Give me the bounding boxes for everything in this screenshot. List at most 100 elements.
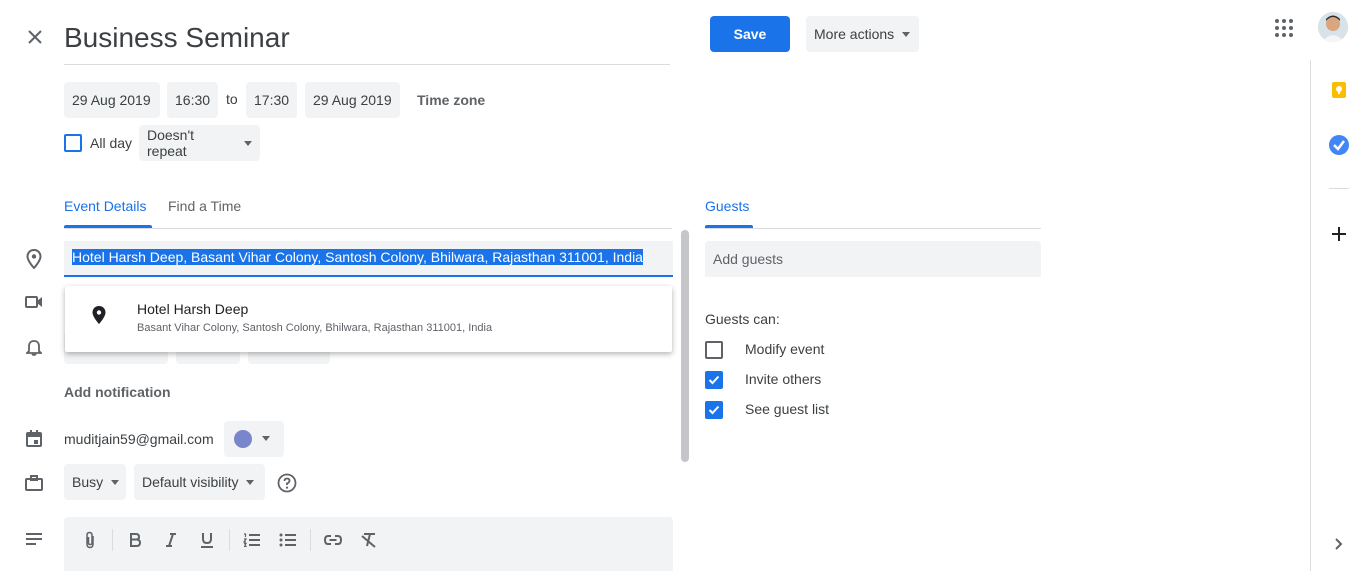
guests-tab-divider	[705, 228, 1041, 229]
briefcase-icon	[25, 475, 43, 491]
busy-dropdown[interactable]: Busy	[64, 464, 126, 500]
save-button[interactable]: Save	[710, 16, 790, 52]
save-label: Save	[733, 26, 767, 42]
suggestion-name: Hotel Harsh Deep	[137, 301, 249, 317]
visibility-label: Default visibility	[142, 474, 239, 490]
bulleted-list-icon	[279, 533, 296, 547]
start-time-button[interactable]: 16:30	[167, 82, 218, 118]
description-icon	[26, 533, 42, 545]
checkmark-icon	[708, 375, 720, 385]
paperclip-icon	[86, 531, 94, 549]
repeat-label: Doesn't repeat	[147, 127, 195, 159]
allday-label: All day	[90, 135, 133, 151]
visibility-dropdown[interactable]: Default visibility	[134, 464, 265, 500]
tasks-check-icon	[1329, 135, 1349, 155]
bold-icon	[130, 533, 142, 547]
tab-event-details-label: Event Details	[64, 198, 147, 214]
apps-grid-icon	[1275, 19, 1293, 37]
see-guest-list-label: See guest list	[745, 401, 830, 417]
underline-button[interactable]	[193, 526, 221, 554]
location-suggestion-dropdown: Hotel Harsh Deep Basant Vihar Colony, Sa…	[65, 286, 672, 352]
close-button[interactable]	[20, 22, 50, 52]
tabs-divider	[64, 228, 672, 229]
tab-find-a-time[interactable]: Find a Time	[168, 198, 248, 228]
more-actions-button[interactable]: More actions	[806, 16, 919, 52]
add-addon-button[interactable]	[1325, 220, 1353, 248]
toolbar-divider	[310, 529, 311, 551]
apps-button[interactable]	[1270, 14, 1298, 42]
start-date-label: 29 Aug 2019	[72, 92, 151, 108]
bell-icon	[26, 340, 42, 356]
place-pin-icon	[92, 306, 106, 324]
invite-others-label: Invite others	[745, 371, 822, 387]
end-date-button[interactable]: 29 Aug 2019	[305, 82, 400, 118]
location-input[interactable]: Hotel Harsh Deep, Basant Vihar Colony, S…	[64, 241, 673, 277]
dropdown-arrow-icon	[902, 31, 911, 37]
avatar[interactable]	[1318, 12, 1348, 42]
close-icon	[28, 30, 42, 44]
allday-checkbox[interactable]	[64, 134, 82, 152]
dropdown-arrow-icon	[244, 140, 252, 146]
tab-find-a-time-label: Find a Time	[168, 198, 242, 214]
timezone-link[interactable]: Time zone	[417, 92, 485, 108]
add-notification-link[interactable]: Add notification	[64, 384, 171, 400]
plus-icon	[1332, 227, 1346, 241]
start-time-label: 16:30	[175, 92, 211, 108]
italic-button[interactable]	[157, 526, 185, 554]
suggestion-address: Basant Vihar Colony, Santosh Colony, Bhi…	[137, 322, 493, 334]
bulleted-list-button[interactable]	[274, 526, 302, 554]
remove-formatting-button[interactable]	[355, 526, 383, 554]
toolbar-divider	[229, 529, 230, 551]
event-title: Business Seminar	[64, 22, 290, 53]
tab-guests-label: Guests	[705, 198, 750, 214]
dropdown-arrow-icon	[262, 436, 270, 441]
calendar-owner: muditjain59@gmail.com	[64, 431, 214, 447]
end-date-label: 29 Aug 2019	[313, 92, 392, 108]
bold-button[interactable]	[121, 526, 149, 554]
keep-bulb-icon	[1332, 82, 1346, 98]
checkmark-icon	[708, 405, 720, 415]
dropdown-arrow-icon	[246, 479, 255, 485]
visibility-help-button[interactable]	[276, 472, 298, 494]
tab-event-details[interactable]: Event Details	[64, 198, 152, 228]
more-actions-label: More actions	[814, 26, 895, 42]
guests-can-label: Guests can:	[705, 311, 780, 327]
calendar-color-swatch	[234, 430, 252, 448]
event-title-input[interactable]: Business Seminar	[64, 14, 670, 65]
keep-button[interactable]	[1325, 76, 1353, 104]
numbered-list-button[interactable]	[238, 526, 266, 554]
insert-link-button[interactable]	[319, 526, 347, 554]
end-time-button[interactable]: 17:30	[246, 82, 297, 118]
add-guests-placeholder: Add guests	[713, 251, 784, 267]
calendar-icon	[26, 430, 42, 447]
link-icon	[324, 535, 342, 545]
tasks-button[interactable]	[1325, 131, 1353, 159]
attach-button[interactable]	[76, 526, 104, 554]
chevron-right-icon	[1335, 538, 1343, 550]
repeat-dropdown[interactable]: Doesn't repeat	[139, 125, 260, 161]
to-label: to	[226, 91, 238, 107]
location-selected-text: Hotel Harsh Deep, Basant Vihar Colony, S…	[72, 249, 643, 265]
end-time-label: 17:30	[254, 92, 290, 108]
scrollbar-thumb[interactable]	[681, 230, 689, 462]
invite-others-checkbox[interactable]	[705, 371, 723, 389]
side-panel	[1310, 60, 1366, 571]
location-suggestion-item[interactable]: Hotel Harsh Deep Basant Vihar Colony, Sa…	[65, 286, 672, 352]
clear-format-icon	[361, 533, 376, 548]
numbered-list-icon	[243, 533, 260, 547]
dropdown-arrow-icon	[111, 479, 120, 485]
start-date-button[interactable]: 29 Aug 2019	[64, 82, 160, 118]
modify-event-checkbox[interactable]	[705, 341, 723, 359]
add-guests-input[interactable]: Add guests	[705, 241, 1041, 277]
toolbar-divider	[112, 529, 113, 551]
location-icon	[26, 249, 42, 269]
underline-icon	[201, 533, 213, 548]
video-icon	[25, 296, 42, 308]
see-guest-list-checkbox[interactable]	[705, 401, 723, 419]
modify-event-label: Modify event	[745, 341, 825, 357]
tab-guests[interactable]: Guests	[705, 198, 753, 228]
user-avatar-icon	[1318, 12, 1348, 42]
expand-panel-button[interactable]	[1325, 530, 1353, 558]
calendar-color-dropdown[interactable]	[224, 421, 284, 457]
italic-icon	[166, 533, 176, 547]
